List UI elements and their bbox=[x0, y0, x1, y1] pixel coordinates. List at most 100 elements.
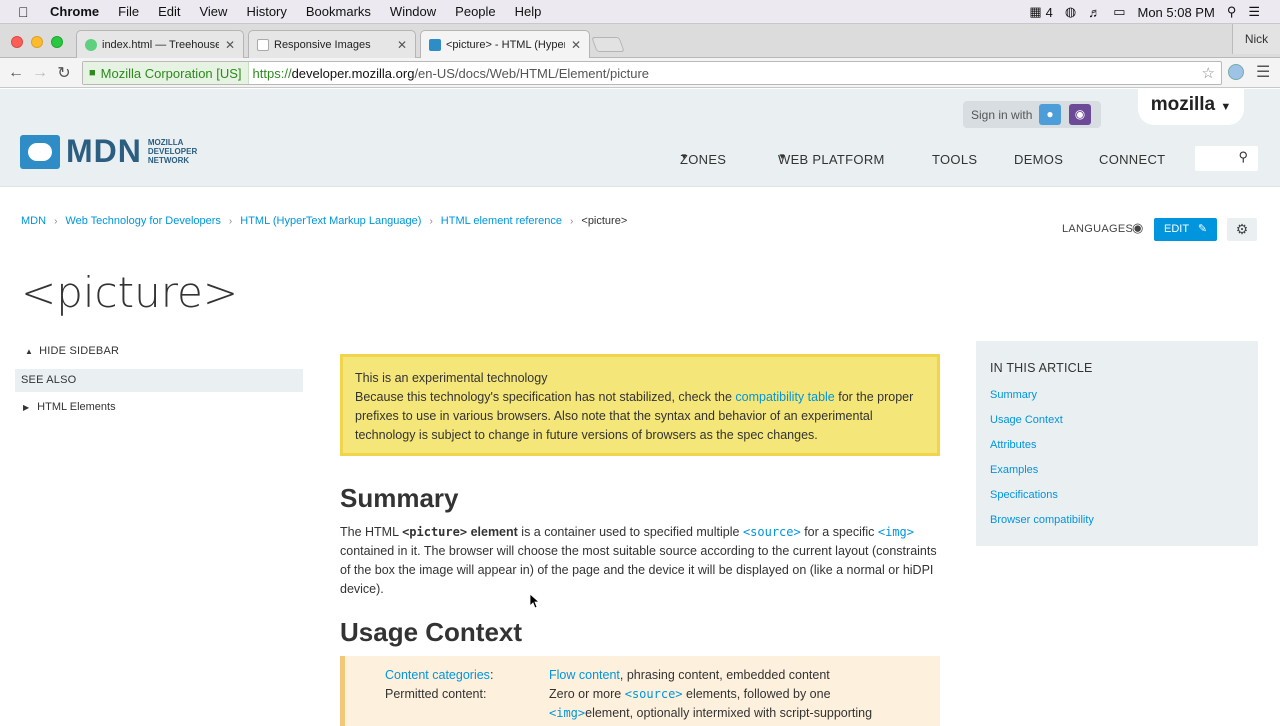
content-categories-value: Flow content, phrasing content, embedded… bbox=[549, 668, 830, 682]
menu-app[interactable]: Chrome bbox=[50, 4, 99, 19]
menu-view[interactable]: View bbox=[199, 4, 227, 19]
back-icon[interactable]: ← bbox=[4, 64, 28, 82]
mdn-logo[interactable]: MDN MOZILLA DEVELOPER NETWORK bbox=[20, 133, 197, 170]
content-categories-link[interactable]: Content categories bbox=[385, 668, 490, 682]
close-tab-icon[interactable]: ✕ bbox=[571, 38, 581, 52]
mouse-cursor-icon bbox=[530, 594, 540, 608]
menu-file[interactable]: File bbox=[118, 4, 139, 19]
menu-history[interactable]: History bbox=[246, 4, 286, 19]
toc-item-usage-context[interactable]: Usage Context bbox=[990, 414, 1063, 426]
img-link[interactable]: <img> bbox=[878, 525, 914, 539]
address-bar[interactable]: ■ Mozilla Corporation [US] https://devel… bbox=[82, 61, 1222, 85]
search-input[interactable]: ⚲ bbox=[1195, 146, 1258, 171]
extension-icon[interactable] bbox=[1228, 64, 1244, 80]
flow-content-link[interactable]: Flow content bbox=[549, 668, 620, 682]
new-tab-button[interactable] bbox=[591, 37, 625, 52]
compatibility-table-link[interactable]: compatibility table bbox=[735, 390, 834, 404]
volume-icon[interactable]: ♬ bbox=[1088, 5, 1101, 20]
close-window-button[interactable] bbox=[11, 36, 23, 48]
browser-toolbar: ← → ↻ ■ Mozilla Corporation [US] https:/… bbox=[0, 58, 1280, 88]
forward-icon[interactable]: → bbox=[28, 64, 52, 82]
wifi-icon[interactable]: ◍ bbox=[1065, 4, 1076, 20]
toc-item-examples[interactable]: Examples bbox=[990, 464, 1038, 476]
logo-sub-line: DEVELOPER bbox=[147, 147, 198, 156]
usage-text: element, optionally intermixed with scri… bbox=[585, 706, 873, 720]
breadcrumb-mdn[interactable]: MDN bbox=[21, 215, 46, 227]
menu-edit[interactable]: Edit bbox=[158, 4, 180, 19]
summary-heading: Summary bbox=[340, 483, 459, 513]
tab-label: <picture> - HTML (HyperTe bbox=[446, 39, 565, 51]
mac-menu-bar:  Chrome File Edit View History Bookmark… bbox=[0, 0, 1280, 24]
picture-code: <picture> bbox=[402, 525, 468, 539]
bookmark-star-icon[interactable]: ☆ bbox=[1202, 64, 1215, 82]
zoom-window-button[interactable] bbox=[51, 36, 63, 48]
source-link[interactable]: <source> bbox=[743, 525, 801, 539]
persona-login-icon[interactable]: ● bbox=[1039, 104, 1061, 125]
sidebar-item-html-elements[interactable]: ▶ HTML Elements bbox=[23, 401, 116, 413]
caret-down-icon: ▼ bbox=[680, 152, 689, 161]
notice-heading: This is an experimental technology bbox=[355, 371, 548, 385]
chrome-menu-icon[interactable]: ☰ bbox=[1256, 62, 1270, 82]
usage-table: Content categories: Permitted content: F… bbox=[340, 656, 940, 726]
languages-label[interactable]: LANGUAGES bbox=[1062, 223, 1133, 235]
breadcrumb-html[interactable]: HTML (HyperText Markup Language) bbox=[240, 215, 421, 227]
hide-sidebar-label: HIDE SIDEBAR bbox=[39, 345, 120, 357]
breadcrumb-web-tech[interactable]: Web Technology for Developers bbox=[65, 215, 221, 227]
battery-icon[interactable]: ▭ bbox=[1113, 4, 1125, 20]
menu-people[interactable]: People bbox=[455, 4, 495, 19]
toc-item-attributes[interactable]: Attributes bbox=[990, 439, 1036, 451]
globe-icon[interactable]: ◉ bbox=[1132, 220, 1143, 236]
treehouse-favicon-icon bbox=[85, 38, 97, 51]
sign-in-label: Sign in with bbox=[971, 107, 1033, 122]
caret-right-icon: ▶ bbox=[23, 403, 30, 412]
notification-center-icon[interactable]: ☰ bbox=[1248, 4, 1260, 20]
logo-word: MDN bbox=[66, 133, 142, 169]
permitted-content-value-cont: <img>element, optionally intermixed with… bbox=[549, 706, 872, 720]
menu-bookmarks[interactable]: Bookmarks bbox=[306, 4, 371, 19]
reload-icon[interactable]: ↻ bbox=[52, 63, 76, 83]
nav-connect[interactable]: CONNECT bbox=[1099, 152, 1165, 167]
breadcrumb-separator-icon: › bbox=[570, 215, 574, 227]
tab-treehouse[interactable]: index.html — Treehouse W ✕ bbox=[76, 30, 244, 58]
content-categories-key: Content categories: bbox=[385, 668, 493, 682]
ev-certificate-badge[interactable]: ■ Mozilla Corporation [US] bbox=[83, 62, 249, 84]
github-login-icon[interactable]: ◉ bbox=[1069, 104, 1091, 125]
apple-icon[interactable]:  bbox=[18, 4, 36, 20]
url-text[interactable]: https://developer.mozilla.org/en-US/docs… bbox=[253, 66, 649, 81]
minimize-window-button[interactable] bbox=[31, 36, 43, 48]
clock[interactable]: Mon 5:08 PM bbox=[1137, 5, 1214, 20]
spotlight-icon[interactable]: ⚲ bbox=[1227, 4, 1237, 20]
notice-body: Because this technology's specification … bbox=[355, 388, 925, 445]
nav-tools[interactable]: TOOLS bbox=[932, 152, 977, 167]
profile-button[interactable]: Nick bbox=[1232, 24, 1280, 54]
mozilla-tab[interactable]: mozilla ▼ bbox=[1138, 89, 1244, 125]
caret-down-icon: ▼ bbox=[778, 152, 787, 161]
logo-sub-line: MOZILLA bbox=[147, 138, 184, 147]
edit-button[interactable]: EDIT ✎ bbox=[1154, 218, 1217, 241]
menu-window[interactable]: Window bbox=[390, 4, 436, 19]
toc-item-browser-compat[interactable]: Browser compatibility bbox=[990, 514, 1094, 526]
adobe-icon[interactable]: ▦ bbox=[1029, 4, 1041, 20]
search-icon[interactable]: ⚲ bbox=[1238, 149, 1248, 165]
page-title: <picture> bbox=[21, 268, 239, 317]
summary-text: The HTML bbox=[340, 525, 403, 539]
img-link[interactable]: <img> bbox=[549, 706, 585, 720]
hide-sidebar-button[interactable]: ▲ HIDE SIDEBAR bbox=[25, 345, 119, 357]
close-tab-icon[interactable]: ✕ bbox=[397, 38, 407, 52]
tab-responsive-images[interactable]: Responsive Images ✕ bbox=[248, 30, 416, 58]
source-link[interactable]: <source> bbox=[625, 687, 683, 701]
toc-item-specifications[interactable]: Specifications bbox=[990, 489, 1058, 501]
sign-in-box: Sign in with ● ◉ bbox=[963, 101, 1101, 128]
close-tab-icon[interactable]: ✕ bbox=[225, 38, 235, 52]
chevron-down-icon: ▼ bbox=[1220, 101, 1232, 113]
tab-label: index.html — Treehouse W bbox=[102, 38, 219, 51]
breadcrumb-element-ref[interactable]: HTML element reference bbox=[441, 215, 562, 227]
tab-picture[interactable]: <picture> - HTML (HyperTe ✕ bbox=[420, 30, 590, 59]
in-this-article: IN THIS ARTICLE Summary Usage Context At… bbox=[976, 341, 1258, 546]
usage-text: elements, followed by one bbox=[682, 687, 831, 701]
menu-help[interactable]: Help bbox=[515, 4, 542, 19]
toc-item-summary[interactable]: Summary bbox=[990, 389, 1037, 401]
summary-text: contained in it. The browser will choose… bbox=[340, 544, 937, 596]
nav-demos[interactable]: DEMOS bbox=[1014, 152, 1063, 167]
gear-icon[interactable]: ⚙ bbox=[1227, 218, 1257, 241]
